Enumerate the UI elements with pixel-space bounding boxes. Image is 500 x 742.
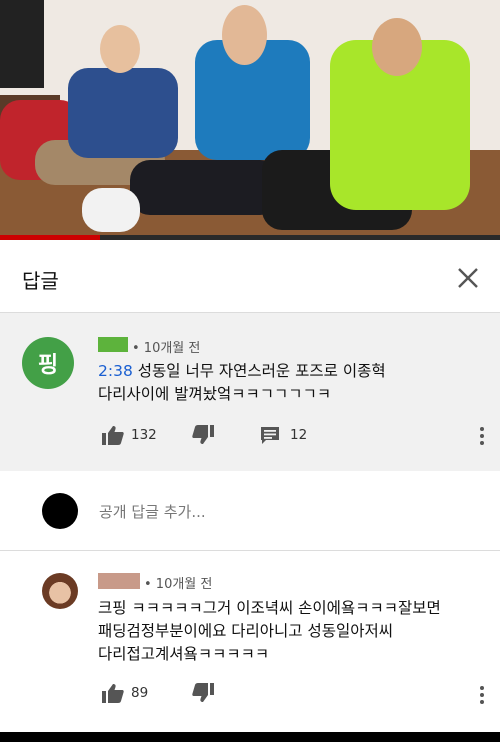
reply-text-line1: 크핑 ㅋㅋㅋㅋㅋ그거 이조녁씨 손이에욬ㅋㅋㅋ잘보면 <box>98 599 441 617</box>
video-player[interactable] <box>0 0 500 240</box>
more-options-icon[interactable] <box>479 685 485 705</box>
bottom-bar <box>0 732 500 742</box>
redacted-username <box>98 573 140 589</box>
replies-header: 답글 <box>0 244 500 313</box>
redacted-username <box>98 337 128 352</box>
video-scene-person2-pants <box>130 160 280 215</box>
reply-comment: • 10개월 전 크핑 ㅋㅋㅋㅋㅋ그거 이조녁씨 손이에욬ㅋㅋㅋ잘보면 패딩검정… <box>0 551 500 734</box>
dislike-button[interactable] <box>192 683 214 703</box>
reply-time: • 10개월 전 <box>144 577 213 592</box>
thumbs-down-icon <box>192 425 214 445</box>
more-options-icon[interactable] <box>479 426 485 446</box>
comment-text: 2:38 성동일 너무 자연스러운 포즈로 이종혁 다리사이에 발껴놨엌ㅋㅋㄱㄱ… <box>98 360 478 406</box>
dislike-button[interactable] <box>192 425 214 445</box>
add-reply-row[interactable]: 공개 답글 추가... <box>0 472 500 551</box>
comment-time: • 10개월 전 <box>132 341 201 356</box>
close-icon[interactable] <box>450 260 486 296</box>
timestamp-link[interactable]: 2:38 <box>98 362 133 380</box>
video-scene-person1-jacket <box>68 68 178 158</box>
like-button[interactable]: 132 <box>102 425 157 445</box>
video-scene-tv <box>0 0 44 88</box>
comment-text-line1: 성동일 너무 자연스러운 포즈로 이종혁 <box>132 362 386 380</box>
reply-text-line3: 다리접고계셔욬ㅋㅋㅋㅋㅋ <box>98 645 270 663</box>
thumbs-up-icon <box>102 683 124 703</box>
video-scene-person1-head <box>100 25 140 73</box>
parent-comment: 핑 • 10개월 전 2:38 성동일 너무 자연스러운 포즈로 이종혁 다리사… <box>0 313 500 471</box>
reply-text-line2: 패딩검정부분이에요 다리아니고 성동일아저씨 <box>98 622 394 640</box>
replies-title: 답글 <box>22 269 59 293</box>
thumbs-down-icon <box>192 683 214 703</box>
video-scene-sock <box>82 188 140 232</box>
reply-text: 크핑 ㅋㅋㅋㅋㅋ그거 이조녁씨 손이에욬ㅋㅋㅋ잘보면 패딩검정부분이에요 다리아… <box>98 597 478 666</box>
video-scene-person2-head <box>222 5 267 65</box>
avatar[interactable] <box>42 573 78 609</box>
video-progress-played <box>0 235 100 240</box>
like-count: 89 <box>131 685 149 701</box>
thumbs-up-icon <box>102 425 124 445</box>
like-button[interactable]: 89 <box>102 683 148 703</box>
add-reply-input[interactable]: 공개 답글 추가... <box>99 501 206 522</box>
comment-icon <box>260 425 280 445</box>
comment-actions: 132 12 <box>98 425 488 449</box>
avatar[interactable]: 핑 <box>22 337 74 389</box>
video-scene-person3-head <box>372 18 422 76</box>
user-avatar <box>42 493 78 529</box>
video-progress-bar[interactable] <box>0 235 500 240</box>
reply-count: 12 <box>290 427 308 443</box>
like-count: 132 <box>131 427 157 443</box>
reply-actions: 89 <box>98 683 488 707</box>
reply-count-button[interactable]: 12 <box>260 425 307 445</box>
comment-text-line2: 다리사이에 발껴놨엌ㅋㅋㄱㄱㄱㄱㅋ <box>98 385 332 403</box>
